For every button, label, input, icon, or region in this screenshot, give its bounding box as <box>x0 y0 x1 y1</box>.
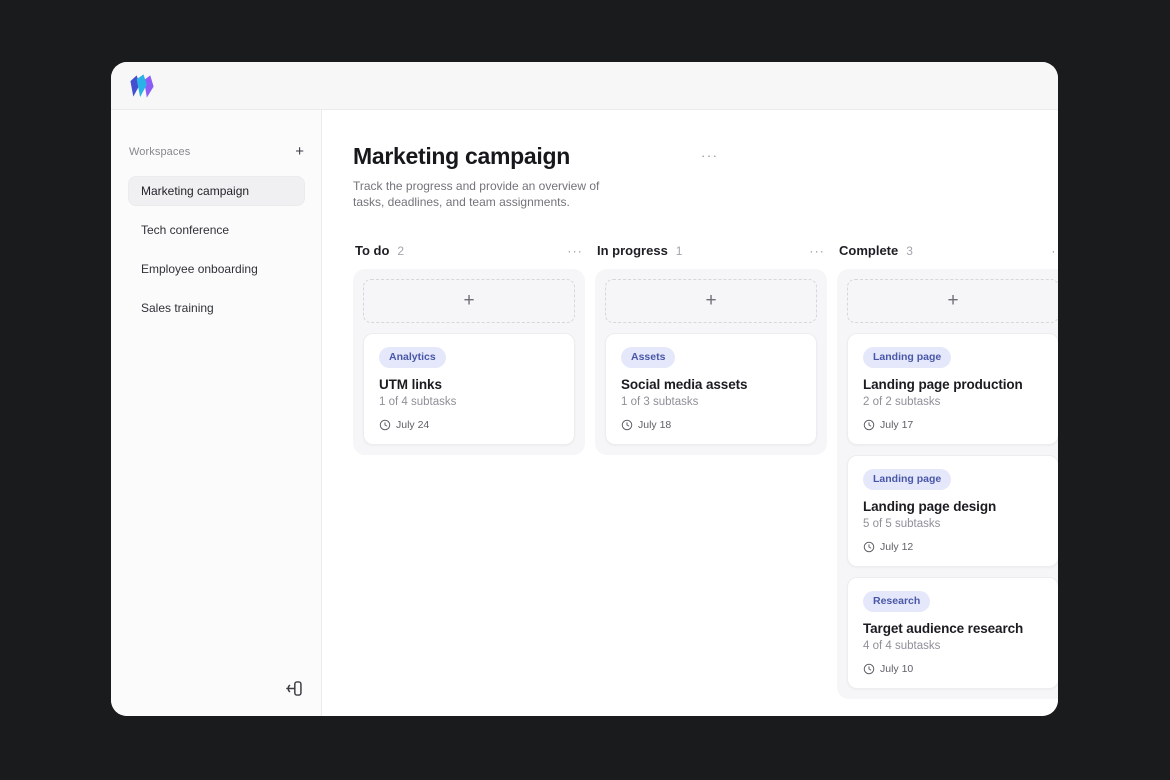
task-tag-badge: Landing page <box>863 347 951 368</box>
task-due-label: July 18 <box>638 419 671 431</box>
page-header: Marketing campaign ··· Track the progres… <box>353 143 1058 210</box>
task-tag-badge: Assets <box>621 347 675 368</box>
task-subtask-count: 2 of 2 subtasks <box>863 396 1043 408</box>
task-due-label: July 24 <box>396 419 429 431</box>
column-count: 1 <box>676 244 683 258</box>
plus-icon: + <box>295 143 304 160</box>
task-due-label: July 17 <box>880 419 913 431</box>
task-card[interactable]: Landing page Landing page design 5 of 5 … <box>847 455 1058 567</box>
clock-icon <box>379 419 391 431</box>
clock-icon <box>863 663 875 675</box>
add-card-button[interactable]: + <box>605 279 817 323</box>
column-header: Complete 3 ··· <box>837 243 1058 258</box>
task-tag-badge: Landing page <box>863 469 951 490</box>
app-window: Workspaces + Marketing campaign Tech con… <box>111 62 1058 716</box>
task-card[interactable]: Assets Social media assets 1 of 3 subtas… <box>605 333 817 445</box>
board: To do 2 ··· + Analytics UTM links 1 of 4… <box>353 243 1058 699</box>
plus-icon: + <box>947 290 958 312</box>
add-card-button[interactable]: + <box>847 279 1058 323</box>
app-body: Workspaces + Marketing campaign Tech con… <box>111 110 1058 716</box>
topbar <box>111 62 1058 110</box>
task-due-label: July 12 <box>880 541 913 553</box>
workspaces-label: Workspaces <box>129 146 190 158</box>
column-title: In progress <box>597 243 668 258</box>
task-card[interactable]: Landing page Landing page production 2 o… <box>847 333 1058 445</box>
workspace-item-label: Sales training <box>141 301 214 315</box>
column-body: + Landing page Landing page production 2… <box>837 269 1058 699</box>
main-content: Marketing campaign ··· Track the progres… <box>322 110 1058 716</box>
task-due-date: July 17 <box>863 419 1043 431</box>
task-title: Landing page design <box>863 499 1043 514</box>
task-tag-badge: Analytics <box>379 347 446 368</box>
sidebar-workspace-item[interactable]: Sales training <box>128 293 305 323</box>
app-logo-icon <box>127 71 158 100</box>
plus-icon: + <box>463 290 474 312</box>
task-subtask-count: 1 of 4 subtasks <box>379 396 559 408</box>
task-due-date: July 10 <box>863 663 1043 675</box>
page-subtitle: Track the progress and provide an overvi… <box>353 179 605 210</box>
task-subtask-count: 1 of 3 subtasks <box>621 396 801 408</box>
column-header: In progress 1 ··· <box>595 243 827 258</box>
column-header: To do 2 ··· <box>353 243 585 258</box>
column-more-menu-icon[interactable]: ··· <box>809 245 825 257</box>
sidebar-workspace-item[interactable]: Marketing campaign <box>128 176 305 206</box>
clock-icon <box>621 419 633 431</box>
board-column: To do 2 ··· + Analytics UTM links 1 of 4… <box>353 243 585 699</box>
sidebar: Workspaces + Marketing campaign Tech con… <box>111 110 322 716</box>
task-card[interactable]: Analytics UTM links 1 of 4 subtasks July… <box>363 333 575 445</box>
add-workspace-button[interactable]: + <box>295 144 304 159</box>
task-due-date: July 24 <box>379 419 559 431</box>
workspace-item-label: Employee onboarding <box>141 262 258 276</box>
clock-icon <box>863 419 875 431</box>
task-due-date: July 12 <box>863 541 1043 553</box>
board-column: In progress 1 ··· + Assets Social media … <box>595 243 827 699</box>
task-title: UTM links <box>379 377 559 392</box>
column-title: Complete <box>839 243 898 258</box>
workspace-list: Marketing campaign Tech conference Emplo… <box>128 176 305 323</box>
workspaces-header: Workspaces + <box>128 144 305 159</box>
column-body: + Assets Social media assets 1 of 3 subt… <box>595 269 827 455</box>
column-count: 3 <box>906 244 913 258</box>
plus-icon: + <box>705 290 716 312</box>
page-more-menu-icon[interactable]: ··· <box>701 149 719 162</box>
workspace-item-label: Tech conference <box>141 223 229 237</box>
task-subtask-count: 5 of 5 subtasks <box>863 518 1043 530</box>
workspace-item-label: Marketing campaign <box>141 184 249 198</box>
task-due-label: July 10 <box>880 663 913 675</box>
collapse-sidebar-button[interactable] <box>282 677 305 700</box>
task-title: Target audience research <box>863 621 1043 636</box>
task-title: Landing page production <box>863 377 1043 392</box>
column-count: 2 <box>397 244 404 258</box>
column-body: + Analytics UTM links 1 of 4 subtasks Ju… <box>353 269 585 455</box>
task-tag-badge: Research <box>863 591 930 612</box>
task-card[interactable]: Research Target audience research 4 of 4… <box>847 577 1058 689</box>
sidebar-workspace-item[interactable]: Tech conference <box>128 215 305 245</box>
column-more-menu-icon[interactable]: ··· <box>1051 245 1058 257</box>
add-card-button[interactable]: + <box>363 279 575 323</box>
column-title: To do <box>355 243 389 258</box>
collapse-sidebar-icon <box>283 678 304 699</box>
task-subtask-count: 4 of 4 subtasks <box>863 640 1043 652</box>
column-more-menu-icon[interactable]: ··· <box>567 245 583 257</box>
task-due-date: July 18 <box>621 419 801 431</box>
task-title: Social media assets <box>621 377 801 392</box>
board-column: Complete 3 ··· + Landing page Landing pa… <box>837 243 1058 699</box>
clock-icon <box>863 541 875 553</box>
sidebar-workspace-item[interactable]: Employee onboarding <box>128 254 305 284</box>
